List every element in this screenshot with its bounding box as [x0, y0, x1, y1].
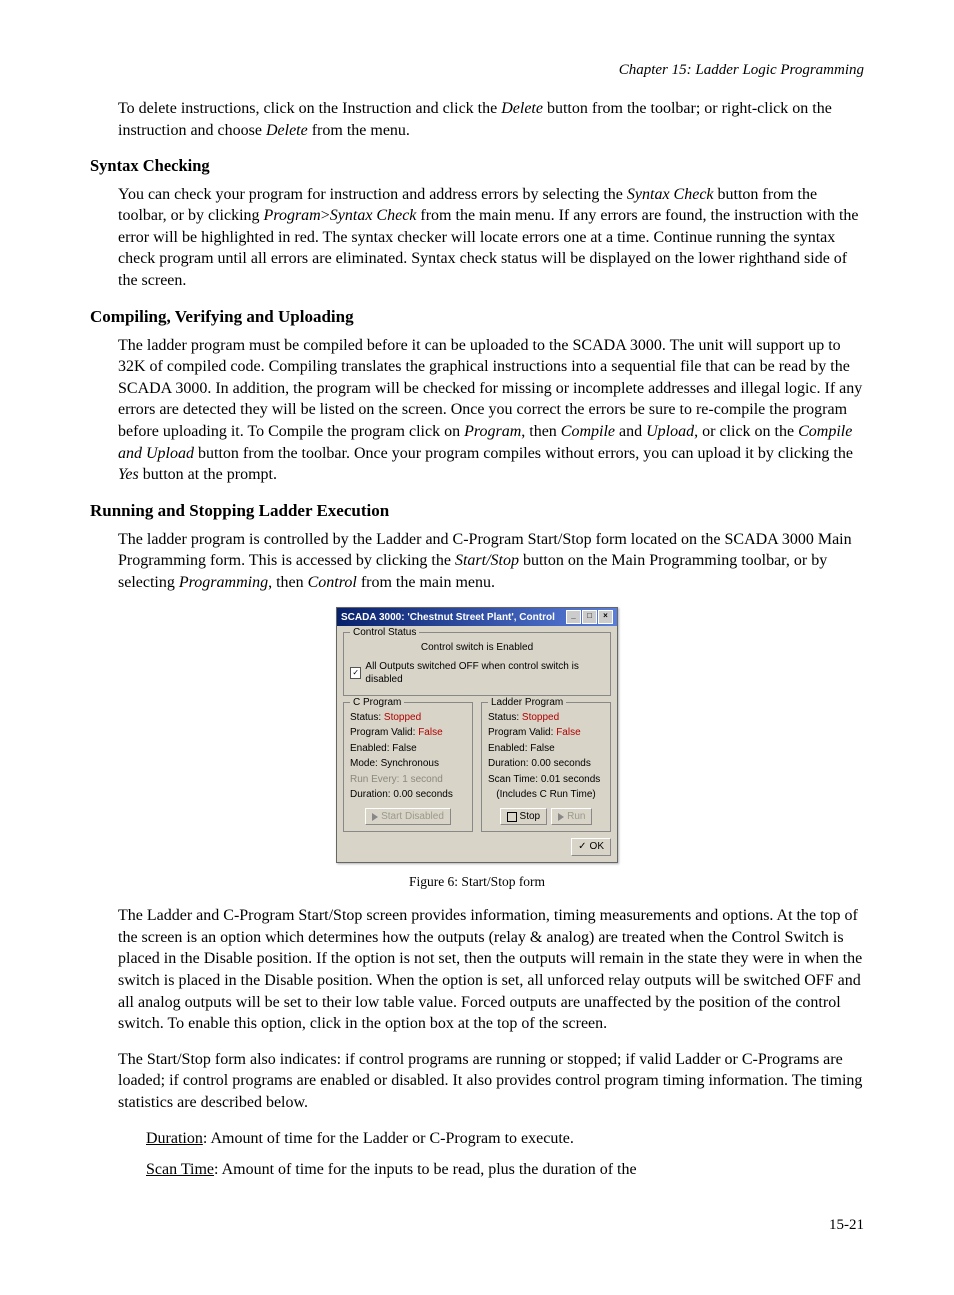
italic: Start/Stop: [455, 552, 519, 569]
control-switch-status: Control switch is Enabled: [350, 641, 604, 655]
label: Duration:: [350, 789, 391, 800]
italic: Program: [464, 423, 521, 440]
figure-startstop-form: SCADA 3000: 'Chestnut Street Plant', Con…: [90, 607, 864, 863]
label: Enabled:: [350, 743, 389, 754]
label: Program Valid:: [350, 727, 415, 738]
term-label: Scan Time: [146, 1161, 214, 1178]
italic: Program: [264, 207, 321, 224]
compile-para: The ladder program must be compiled befo…: [118, 335, 864, 486]
italic: Yes: [118, 466, 139, 483]
delete-italic-2: Delete: [266, 122, 308, 139]
outputs-off-checkbox[interactable]: ✓: [350, 667, 361, 679]
text: from the main menu.: [357, 574, 495, 591]
c-program-title: C Program: [350, 696, 404, 710]
label: Mode:: [350, 758, 378, 769]
text: button from the toolbar. Once your progr…: [194, 445, 853, 462]
ok-button[interactable]: ✓ OK: [571, 838, 611, 856]
label: Duration:: [488, 758, 529, 769]
term-text: : Amount of time for the inputs to be re…: [214, 1161, 637, 1178]
dialog-title: SCADA 3000: 'Chestnut Street Plant', Con…: [341, 611, 555, 625]
text: from the menu.: [308, 122, 410, 139]
label: Scan Time:: [488, 774, 538, 785]
text: , or click on the: [694, 423, 798, 440]
label: Run Every:: [350, 774, 399, 785]
play-icon: [558, 813, 564, 821]
ladder-note: (Includes C Run Time): [488, 788, 604, 802]
ladder-status-value: Stopped: [522, 712, 559, 723]
close-icon[interactable]: ×: [598, 610, 613, 624]
ladder-run-button: Run: [551, 808, 592, 826]
minimize-icon[interactable]: _: [566, 610, 581, 624]
ladder-scan-value: 0.01 seconds: [541, 774, 601, 785]
figure-caption: Figure 6: Start/Stop form: [90, 873, 864, 891]
outputs-off-label: All Outputs switched OFF when control sw…: [365, 660, 604, 687]
text: >: [321, 207, 330, 224]
label: Program Valid:: [488, 727, 553, 738]
text: , then: [521, 423, 561, 440]
chapter-header: Chapter 15: Ladder Logic Programming: [90, 60, 864, 80]
italic: Programming: [179, 574, 268, 591]
label: Status:: [350, 712, 381, 723]
ladder-duration-value: 0.00 seconds: [531, 758, 591, 769]
label: Status:: [488, 712, 519, 723]
btn-label: Start Disabled: [381, 810, 444, 824]
italic: Syntax Check: [627, 186, 714, 203]
c-status-value: Stopped: [384, 712, 421, 723]
stop-icon: [507, 812, 517, 822]
check-icon: ✓: [578, 840, 586, 854]
c-mode-value: Synchronous: [381, 758, 439, 769]
ladder-program-title: Ladder Program: [488, 696, 566, 710]
ladder-valid-value: False: [556, 727, 580, 738]
after-para-1: The Ladder and C-Program Start/Stop scre…: [118, 905, 864, 1035]
italic: Upload: [646, 423, 694, 440]
syntax-para: You can check your program for instructi…: [118, 184, 864, 292]
term-label: Duration: [146, 1130, 203, 1147]
heading-compiling: Compiling, Verifying and Uploading: [90, 306, 864, 329]
c-duration-value: 0.00 seconds: [393, 789, 453, 800]
text: button at the prompt.: [139, 466, 277, 483]
heading-syntax-checking: Syntax Checking: [90, 155, 864, 177]
italic: Syntax Check: [330, 207, 417, 224]
text: To delete instructions, click on the Ins…: [118, 100, 501, 117]
text: You can check your program for instructi…: [118, 186, 627, 203]
c-start-disabled-button: Start Disabled: [365, 808, 451, 826]
btn-label: Run: [567, 810, 585, 824]
ladder-stop-button[interactable]: Stop: [500, 808, 548, 826]
delete-italic: Delete: [501, 100, 543, 117]
delete-instructions-para: To delete instructions, click on the Ins…: [118, 98, 864, 141]
dialog-titlebar: SCADA 3000: 'Chestnut Street Plant', Con…: [337, 608, 617, 626]
startstop-dialog: SCADA 3000: 'Chestnut Street Plant', Con…: [336, 607, 618, 863]
ladder-enabled-value: False: [530, 743, 554, 754]
italic: Control: [308, 574, 357, 591]
running-para: The ladder program is controlled by the …: [118, 529, 864, 594]
text: , then: [268, 574, 308, 591]
term-duration: Duration: Amount of time for the Ladder …: [146, 1128, 864, 1150]
c-enabled-value: False: [392, 743, 416, 754]
term-definitions: Duration: Amount of time for the Ladder …: [146, 1128, 864, 1181]
btn-label: OK: [590, 840, 604, 854]
ladder-program-panel: Ladder Program Status: Stopped Program V…: [481, 702, 611, 833]
play-icon: [372, 813, 378, 821]
term-text: : Amount of time for the Ladder or C-Pro…: [203, 1130, 574, 1147]
c-valid-value: False: [418, 727, 442, 738]
term-scan-time: Scan Time: Amount of time for the inputs…: [146, 1159, 864, 1181]
heading-running-stopping: Running and Stopping Ladder Execution: [90, 500, 864, 523]
c-runevery-value: 1 second: [402, 774, 443, 785]
text: and: [615, 423, 646, 440]
after-para-2: The Start/Stop form also indicates: if c…: [118, 1049, 864, 1114]
italic: Compile: [561, 423, 615, 440]
btn-label: Stop: [520, 810, 541, 824]
label: Enabled:: [488, 743, 527, 754]
control-status-fieldset: Control Status Control switch is Enabled…: [343, 632, 611, 696]
page-number: 15-21: [90, 1215, 864, 1235]
c-program-panel: C Program Status: Stopped Program Valid:…: [343, 702, 473, 833]
maximize-icon[interactable]: □: [582, 610, 597, 624]
control-status-label: Control Status: [350, 626, 419, 640]
